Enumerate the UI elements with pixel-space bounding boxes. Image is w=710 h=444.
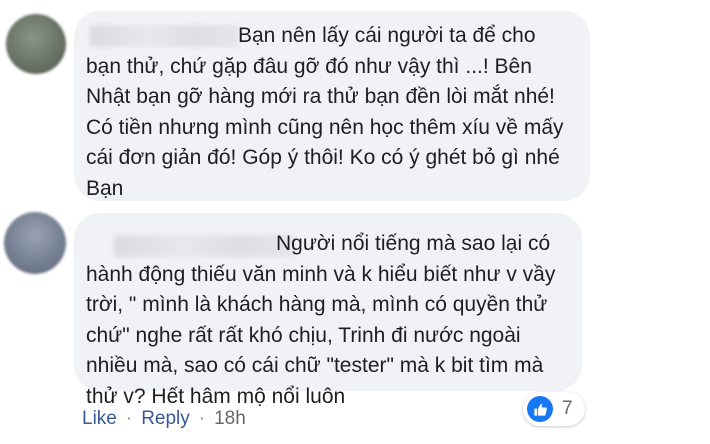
comment-actions: Like · Reply · 18h xyxy=(82,408,246,430)
avatar[interactable] xyxy=(4,212,66,274)
comment-bubble: Bạn nên lấy cái người ta để cho bạn thử,… xyxy=(74,11,590,201)
separator: · xyxy=(125,408,133,429)
thumbs-up-icon xyxy=(527,396,553,422)
reply-link[interactable]: Reply xyxy=(141,408,190,430)
comment-text: Bạn nên lấy cái người ta để cho bạn thử,… xyxy=(86,24,564,200)
like-link[interactable]: Like xyxy=(82,408,117,430)
timestamp[interactable]: 18h xyxy=(214,408,246,430)
comment-1: Bạn nên lấy cái người ta để cho bạn thử,… xyxy=(0,0,710,210)
separator: · xyxy=(198,408,206,429)
comment-thread: Bạn nên lấy cái người ta để cho bạn thử,… xyxy=(0,0,710,444)
reaction-summary[interactable]: 7 xyxy=(523,392,585,426)
comment-bubble: Người nổi tiếng mà sao lại có hành động … xyxy=(74,213,582,408)
avatar[interactable] xyxy=(6,14,66,74)
comment-text: Người nổi tiếng mà sao lại có hành động … xyxy=(86,232,556,408)
reaction-count: 7 xyxy=(562,398,573,419)
